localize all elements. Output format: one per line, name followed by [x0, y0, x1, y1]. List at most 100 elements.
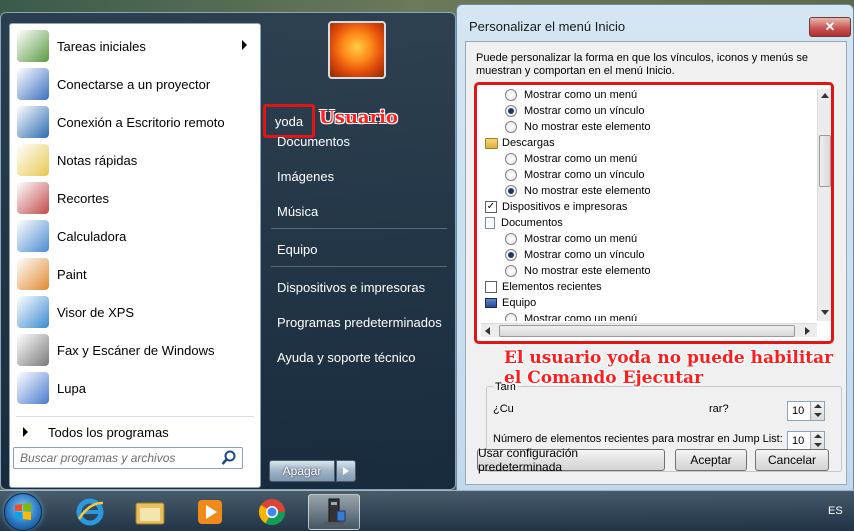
- radio-option[interactable]: No mostrar este elemento: [505, 183, 651, 199]
- checkbox-unchecked-icon[interactable]: [485, 281, 497, 293]
- search-input[interactable]: Buscar programas y archivos: [13, 447, 243, 469]
- file-explorer-icon[interactable]: [124, 494, 176, 530]
- options-list: Mostrar como un menú Mostrar como un vínc…: [474, 82, 834, 344]
- scroll-up-icon[interactable]: [821, 93, 829, 99]
- vertical-scrollbar[interactable]: [817, 89, 831, 321]
- windows-logo-icon: [15, 503, 31, 520]
- start-button[interactable]: [4, 493, 42, 531]
- radio-checked-icon[interactable]: [505, 249, 517, 261]
- start-menu: Tareas iniciales Conectarse a un proyecto…: [0, 12, 456, 490]
- scroll-right-icon[interactable]: [805, 327, 811, 335]
- option-label: Mostrar como un menú: [524, 89, 638, 101]
- radio-checked-icon[interactable]: [505, 185, 517, 197]
- radio-option[interactable]: Mostrar como un menú: [505, 311, 637, 321]
- radio-unchecked-icon[interactable]: [505, 121, 517, 133]
- program-item[interactable]: Paint: [13, 256, 257, 292]
- program-item[interactable]: Fax y Escáner de Windows: [13, 332, 257, 368]
- radio-checked-icon[interactable]: [505, 105, 517, 117]
- radio-option[interactable]: Mostrar como un vínculo: [505, 167, 644, 183]
- radio-option[interactable]: No mostrar este elemento: [505, 119, 651, 135]
- program-item[interactable]: Recortes: [13, 180, 257, 216]
- radio-option[interactable]: Mostrar como un menú: [505, 231, 637, 247]
- chevron-down-icon[interactable]: [814, 443, 822, 448]
- shutdown-button[interactable]: Apagar: [269, 460, 335, 482]
- stepper-buttons[interactable]: [810, 402, 824, 420]
- remote-desktop-icon: [17, 106, 49, 138]
- program-item[interactable]: Visor de XPS: [13, 294, 257, 330]
- right-item-devices[interactable]: Dispositivos e impresoras: [277, 276, 425, 298]
- horizontal-scroll-thumb[interactable]: [499, 325, 795, 337]
- document-icon: [485, 217, 495, 229]
- snipping-tool-icon: [17, 182, 49, 214]
- media-player-icon[interactable]: [184, 494, 236, 530]
- scroll-left-icon[interactable]: [485, 327, 491, 335]
- program-item[interactable]: Calculadora: [13, 218, 257, 254]
- radio-unchecked-icon[interactable]: [505, 89, 517, 101]
- jumplist-stepper[interactable]: 10: [787, 431, 825, 451]
- vertical-scroll-thumb[interactable]: [819, 135, 831, 187]
- radio-option[interactable]: Mostrar como un menú: [505, 151, 637, 167]
- active-app-icon[interactable]: [308, 494, 360, 530]
- option-group-header: Descargas: [485, 135, 555, 151]
- option-label: Mostrar como un vínculo: [524, 169, 645, 181]
- program-label: Conexión a Escritorio remoto: [57, 114, 225, 130]
- radio-unchecked-icon[interactable]: [505, 169, 517, 181]
- checkbox-option[interactable]: Elementos recientes: [485, 279, 602, 295]
- paint-icon: [17, 258, 49, 290]
- search-icon[interactable]: [221, 450, 237, 466]
- right-item-default-programs[interactable]: Programas predeterminados: [277, 311, 442, 333]
- ok-button[interactable]: Aceptar: [675, 449, 747, 471]
- radio-unchecked-icon[interactable]: [505, 313, 517, 321]
- radio-option[interactable]: Mostrar como un vínculo: [505, 247, 644, 263]
- chevron-down-icon[interactable]: [814, 413, 822, 418]
- checkbox-option[interactable]: ✓ Dispositivos e impresoras: [485, 199, 627, 215]
- recent-programs-stepper[interactable]: 10: [787, 401, 825, 421]
- chevron-up-icon[interactable]: [814, 404, 822, 409]
- program-label: Calculadora: [57, 228, 127, 244]
- chrome-icon[interactable]: [246, 494, 298, 530]
- radio-option[interactable]: Mostrar como un vínculo: [505, 103, 644, 119]
- separator: [271, 266, 447, 267]
- right-item-computer[interactable]: Equipo: [277, 238, 317, 260]
- chevron-up-icon[interactable]: [814, 434, 822, 439]
- program-item[interactable]: Conexión a Escritorio remoto: [13, 104, 257, 140]
- language-indicator[interactable]: ES: [828, 505, 843, 517]
- close-button[interactable]: ✕: [809, 17, 851, 37]
- program-item[interactable]: Conectarse a un proyector: [13, 66, 257, 102]
- xps-viewer-icon: [17, 296, 49, 328]
- option-label: Dispositivos e impresoras: [502, 201, 628, 213]
- sticky-notes-icon: [17, 144, 49, 176]
- program-label: Tareas iniciales: [57, 38, 146, 54]
- right-item-help[interactable]: Ayuda y soporte técnico: [277, 346, 416, 368]
- stepper-buttons[interactable]: [810, 432, 824, 450]
- horizontal-scrollbar[interactable]: [481, 323, 817, 337]
- program-label: Notas rápidas: [57, 152, 138, 168]
- checkbox-checked-icon[interactable]: ✓: [485, 201, 497, 213]
- program-item[interactable]: Notas rápidas: [13, 142, 257, 178]
- scroll-down-icon[interactable]: [821, 310, 829, 316]
- internet-explorer-icon[interactable]: [64, 494, 116, 530]
- cancel-button[interactable]: Cancelar: [755, 449, 829, 471]
- fax-scanner-icon: [17, 334, 49, 366]
- program-item[interactable]: Tareas iniciales: [13, 28, 257, 64]
- shutdown-options-button[interactable]: [336, 460, 356, 482]
- user-avatar[interactable]: [328, 21, 386, 79]
- magnifier-icon: [17, 372, 49, 404]
- calculator-icon: [17, 220, 49, 252]
- chevron-right-icon: [242, 40, 247, 50]
- radio-unchecked-icon[interactable]: [505, 265, 517, 277]
- radio-unchecked-icon[interactable]: [505, 233, 517, 245]
- getting-started-icon: [17, 30, 49, 62]
- right-item-documents[interactable]: Documentos: [277, 130, 350, 152]
- radio-unchecked-icon[interactable]: [505, 153, 517, 165]
- all-programs-button[interactable]: Todos los programas: [13, 420, 257, 444]
- options-list-content: Mostrar como un menú Mostrar como un vínc…: [481, 89, 817, 321]
- use-default-settings-button[interactable]: Usar configuración predeterminada: [477, 446, 665, 474]
- option-label: Equipo: [502, 297, 537, 309]
- radio-option[interactable]: No mostrar este elemento: [505, 263, 651, 279]
- right-item-pictures[interactable]: Imágenes: [277, 165, 334, 187]
- right-item-music[interactable]: Música: [277, 200, 318, 222]
- program-item[interactable]: Lupa: [13, 370, 257, 406]
- radio-option[interactable]: Mostrar como un menú: [505, 89, 637, 103]
- option-label: Mostrar como un menú: [524, 313, 638, 321]
